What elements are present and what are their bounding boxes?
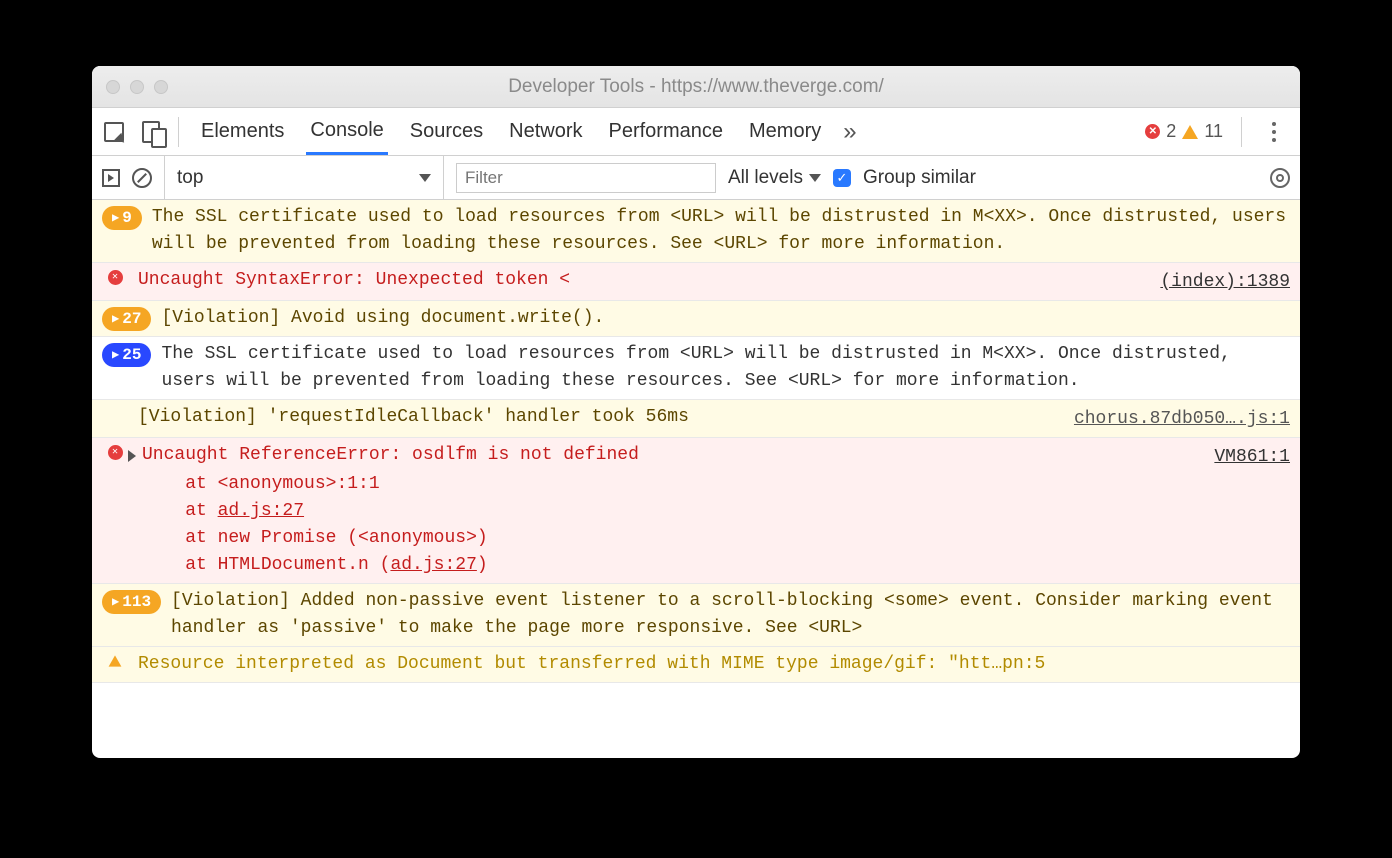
close-icon[interactable]	[106, 80, 120, 94]
devtools-window: Developer Tools - https://www.theverge.c…	[92, 66, 1300, 758]
tab-performance[interactable]: Performance	[605, 110, 728, 153]
tab-network[interactable]: Network	[505, 110, 586, 153]
stack-frame: at ad.js:27	[102, 498, 1290, 525]
message-text: The SSL certificate used to load resourc…	[152, 204, 1290, 258]
warning-icon	[109, 655, 122, 666]
error-icon: ✕	[108, 270, 123, 285]
console-settings-icon[interactable]	[1270, 168, 1290, 188]
repeat-count-badge[interactable]: ▶9	[102, 206, 142, 230]
execution-context-label: top	[177, 167, 203, 189]
message-source-link[interactable]: VM861:1	[1214, 442, 1290, 471]
more-tabs-icon[interactable]: »	[843, 118, 850, 146]
message-source-link[interactable]: chorus.87db050….js:1	[1074, 404, 1290, 433]
execution-context-selector[interactable]: top	[164, 156, 444, 199]
message-text: The SSL certificate used to load resourc…	[161, 341, 1290, 395]
divider	[1241, 117, 1242, 147]
chevron-down-icon	[809, 174, 821, 182]
zoom-icon[interactable]	[154, 80, 168, 94]
error-count: 2	[1166, 121, 1176, 142]
minimize-icon[interactable]	[130, 80, 144, 94]
message-text: [Violation] Added non-passive event list…	[171, 588, 1290, 642]
repeat-count-badge[interactable]: ▶25	[102, 343, 151, 367]
log-levels-selector[interactable]: All levels	[728, 167, 821, 189]
tab-console[interactable]: Console	[306, 109, 387, 155]
error-count-icon: ✕	[1145, 124, 1160, 139]
tab-memory[interactable]: Memory	[745, 110, 825, 153]
console-messages[interactable]: ▶9 The SSL certificate used to load reso…	[92, 200, 1300, 758]
stack-frame: at <anonymous>:1:1	[102, 471, 1290, 498]
console-message[interactable]: ✕ Uncaught ReferenceError: osdlfm is not…	[92, 438, 1300, 584]
expand-stacktrace-icon[interactable]	[128, 450, 136, 462]
stack-frame: at HTMLDocument.n (ad.js:27)	[102, 552, 1290, 579]
main-tabs: Elements Console Sources Network Perform…	[92, 108, 1300, 156]
repeat-count-badge[interactable]: ▶113	[102, 590, 161, 614]
console-toolbar: top All levels ✓ Group similar	[92, 156, 1300, 200]
tab-elements[interactable]: Elements	[197, 110, 288, 153]
chevron-down-icon	[419, 174, 431, 182]
filter-input[interactable]	[456, 163, 716, 193]
window-titlebar[interactable]: Developer Tools - https://www.theverge.c…	[92, 66, 1300, 108]
divider	[178, 117, 179, 147]
console-message[interactable]: ✕ Uncaught SyntaxError: Unexpected token…	[92, 263, 1300, 301]
window-title: Developer Tools - https://www.theverge.c…	[92, 76, 1300, 98]
tab-sources[interactable]: Sources	[406, 110, 487, 153]
message-text: Uncaught ReferenceError: osdlfm is not d…	[142, 442, 1204, 469]
console-message[interactable]: ▶27 [Violation] Avoid using document.wri…	[92, 301, 1300, 337]
kebab-menu-icon[interactable]	[1272, 130, 1276, 134]
stack-frame-link[interactable]: ad.js:27	[218, 501, 304, 521]
console-message[interactable]: [Violation] 'requestIdleCallback' handle…	[92, 400, 1300, 438]
inspect-element-icon[interactable]	[104, 122, 124, 142]
warning-count: 11	[1204, 121, 1223, 142]
error-icon: ✕	[108, 445, 123, 460]
stack-frame-link[interactable]: ad.js:27	[390, 555, 476, 575]
console-message[interactable]: ▶9 The SSL certificate used to load reso…	[92, 200, 1300, 263]
error-warning-counts[interactable]: ✕ 2 11	[1145, 121, 1223, 142]
clear-console-icon[interactable]	[132, 168, 152, 188]
message-text: [Violation] Avoid using document.write()…	[161, 305, 1290, 332]
device-toolbar-icon[interactable]	[142, 121, 160, 143]
log-levels-label: All levels	[728, 167, 803, 189]
stack-frame: at new Promise (<anonymous>)	[102, 525, 1290, 552]
console-message[interactable]: Resource interpreted as Document but tra…	[92, 647, 1300, 683]
repeat-count-badge[interactable]: ▶27	[102, 307, 151, 331]
message-text: Resource interpreted as Document but tra…	[138, 651, 1290, 678]
message-source-link[interactable]: (index):1389	[1160, 267, 1290, 296]
group-similar-checkbox[interactable]: ✓	[833, 169, 851, 187]
console-message[interactable]: ▶113 [Violation] Added non-passive event…	[92, 584, 1300, 647]
group-similar-label: Group similar	[863, 167, 976, 189]
console-message[interactable]: ▶25 The SSL certificate used to load res…	[92, 337, 1300, 400]
traffic-lights[interactable]	[92, 80, 168, 94]
message-text: [Violation] 'requestIdleCallback' handle…	[138, 404, 1064, 431]
warning-count-icon	[1182, 125, 1198, 139]
show-console-sidebar-icon[interactable]	[102, 169, 120, 187]
message-text: Uncaught SyntaxError: Unexpected token <	[138, 267, 1150, 294]
